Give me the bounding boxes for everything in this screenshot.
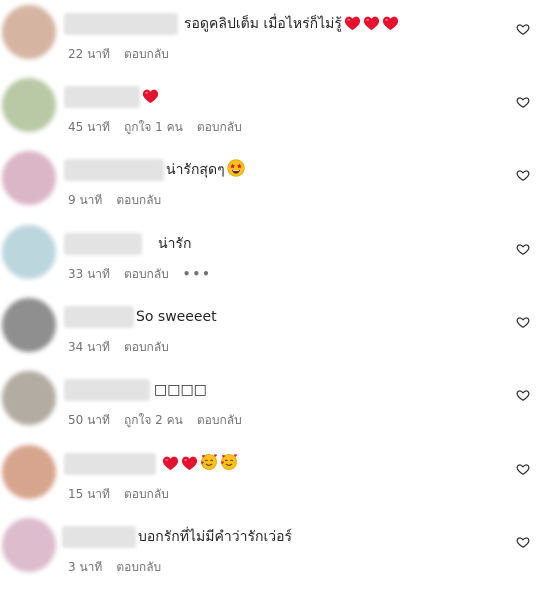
emoji-group	[225, 159, 245, 178]
red-heart-emoji-icon	[181, 455, 198, 478]
comment-item: 45 นาที ถูกใจ 1 คน ตอบกลับ	[0, 73, 541, 146]
comment-time: 3 นาที	[68, 560, 103, 574]
heart-outline-icon[interactable]	[516, 315, 530, 329]
username-blurred[interactable]	[64, 306, 134, 328]
comment-time: 45 นาที	[68, 120, 110, 134]
likes-count[interactable]: ถูกใจ 1 คน	[124, 120, 183, 134]
red-heart-emoji-icon	[363, 15, 380, 38]
username-blurred[interactable]	[64, 13, 178, 35]
heart-outline-icon[interactable]	[516, 535, 530, 549]
red-heart-emoji-icon	[162, 455, 179, 478]
avatar[interactable]	[2, 225, 56, 279]
red-heart-emoji-icon	[382, 15, 399, 38]
heart-outline-icon[interactable]	[516, 168, 530, 182]
reply-button[interactable]: ตอบกลับ	[116, 193, 161, 207]
smiling-hearts-emoji-icon	[200, 453, 218, 478]
likes-count[interactable]: ถูกใจ 2 คน	[124, 413, 183, 427]
comment-text: รอดูคลิปเต็ม เมื่อไหร่ก็ไม่รู้	[184, 13, 399, 38]
red-heart-emoji-icon	[344, 15, 361, 38]
comment-meta: 50 นาที ถูกใจ 2 คน ตอบกลับ	[68, 412, 256, 428]
comment-meta: 34 นาที ตอบกลับ	[68, 339, 183, 355]
comment-item: น่ารักสุดๆ 9 นาที ตอบกลับ	[0, 146, 541, 219]
comment-time: 22 นาที	[68, 47, 110, 61]
red-heart-emoji-icon	[142, 88, 159, 111]
username-blurred[interactable]	[62, 526, 136, 548]
emoji-group	[342, 16, 399, 32]
comment-time: 15 นาที	[68, 487, 110, 501]
reply-button[interactable]: ตอบกลับ	[116, 560, 161, 574]
comment-meta: 33 นาที ตอบกลับ •••	[68, 266, 226, 282]
comment-meta: 3 นาที ตอบกลับ	[68, 559, 175, 575]
reply-button[interactable]: ตอบกลับ	[124, 340, 169, 354]
comment-item: บอกรักที่ไม่มีคำว่ารักเว่อร์ 3 นาที ตอบกล…	[0, 513, 541, 586]
username-blurred[interactable]	[64, 453, 156, 475]
avatar[interactable]	[2, 518, 56, 572]
emoji-group	[140, 89, 159, 105]
comment-item: □□□□ 50 นาที ถูกใจ 2 คน ตอบกลับ	[0, 366, 541, 439]
comment-time: 34 นาที	[68, 340, 110, 354]
comment-text: บอกรักที่ไม่มีคำว่ารักเว่อร์	[138, 529, 293, 545]
comment-text: น่ารัก	[158, 236, 192, 252]
heart-outline-icon[interactable]	[516, 388, 530, 402]
comment-time: 33 นาที	[68, 267, 110, 281]
comment-meta: 22 นาที ตอบกลับ	[68, 46, 183, 62]
comment-text	[140, 86, 159, 111]
smiling-hearts-emoji-icon	[220, 453, 238, 478]
avatar[interactable]	[2, 151, 56, 205]
avatar[interactable]	[2, 78, 56, 132]
more-options-button[interactable]: •••	[183, 267, 212, 281]
comment-time: 50 นาที	[68, 413, 110, 427]
avatar[interactable]	[2, 445, 56, 499]
comment-item: รอดูคลิปเต็ม เมื่อไหร่ก็ไม่รู้ 22 นาที ตอ…	[0, 0, 541, 73]
comment-meta: 9 นาที ตอบกลับ	[68, 192, 175, 208]
heart-outline-icon[interactable]	[516, 95, 530, 109]
comment-text	[160, 453, 238, 478]
emoji-group	[160, 454, 238, 472]
reply-button[interactable]: ตอบกลับ	[124, 267, 169, 281]
username-blurred[interactable]	[64, 159, 164, 181]
comment-text: น่ารักสุดๆ	[166, 159, 245, 184]
avatar[interactable]	[2, 371, 56, 425]
reply-button[interactable]: ตอบกลับ	[124, 47, 169, 61]
avatar[interactable]	[2, 298, 56, 352]
heart-outline-icon[interactable]	[516, 22, 530, 36]
comment-meta: 45 นาที ถูกใจ 1 คน ตอบกลับ	[68, 119, 256, 135]
comment-item: 15 นาที ตอบกลับ	[0, 440, 541, 513]
avatar[interactable]	[2, 5, 56, 59]
reply-button[interactable]: ตอบกลับ	[124, 487, 169, 501]
comment-text: □□□□	[154, 382, 207, 398]
comment-list: รอดูคลิปเต็ม เมื่อไหร่ก็ไม่รู้ 22 นาทีตอ…	[0, 0, 541, 606]
comment-item: So sweeeet 34 นาที ตอบกลับ	[0, 293, 541, 366]
reply-button[interactable]: ตอบกลับ	[197, 413, 242, 427]
star-struck-emoji-icon	[226, 159, 245, 184]
heart-outline-icon[interactable]	[516, 242, 530, 256]
comment-meta: 15 นาที ตอบกลับ	[68, 486, 183, 502]
username-blurred[interactable]	[64, 233, 142, 255]
reply-button[interactable]: ตอบกลับ	[197, 120, 242, 134]
username-blurred[interactable]	[64, 86, 140, 108]
comment-time: 9 นาที	[68, 193, 103, 207]
comment-text: So sweeeet	[136, 309, 217, 325]
username-blurred[interactable]	[64, 379, 150, 401]
heart-outline-icon[interactable]	[516, 462, 530, 476]
comment-item: น่ารัก 33 นาที ตอบกลับ •••	[0, 220, 541, 293]
